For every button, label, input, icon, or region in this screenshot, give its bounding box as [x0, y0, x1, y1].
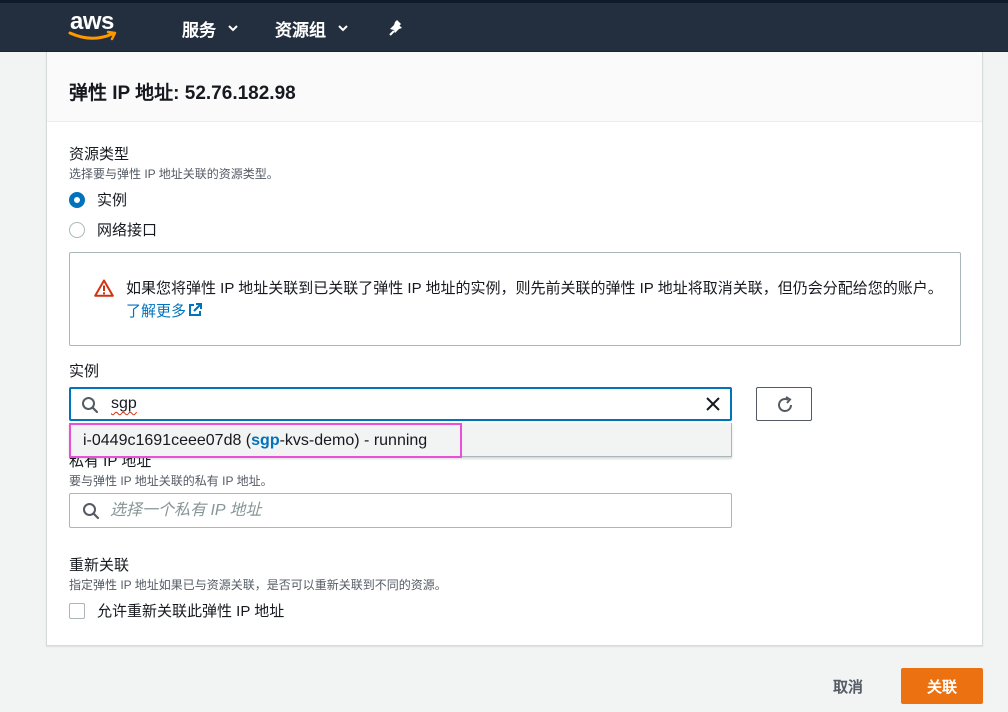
private-ip-input[interactable]: [110, 500, 710, 522]
instance-suggestion-dropdown: i-0449c1691ceee07d8 (sgp-kvs-demo) - run…: [69, 423, 732, 458]
radio-network-interface-label: 网络接口: [97, 222, 158, 239]
instance-label: 实例: [69, 363, 100, 380]
resource-type-description: 选择要与弹性 IP 地址关联的资源类型。: [69, 167, 279, 181]
allow-reassociation-checkbox[interactable]: [69, 602, 85, 619]
page-title: 弹性 IP 地址: 52.76.182.98: [69, 83, 296, 104]
resource-groups-menu[interactable]: 资源组: [275, 17, 348, 40]
suggestion-text: i-0449c1691ceee07d8 (sgp-kvs-demo) - run…: [83, 432, 427, 450]
reassociation-label: 重新关联: [69, 557, 130, 574]
suggestion-prefix: i-0449c1691ceee07d8 (: [83, 432, 252, 449]
associate-eip-panel: 弹性 IP 地址: 52.76.182.98 资源类型 选择要与弹性 IP 地址…: [46, 52, 983, 646]
nav-top-strip: [0, 0, 1008, 3]
aws-smile-icon: [68, 30, 117, 41]
alert-text: 如果您将弹性 IP 地址关联到已关联了弹性 IP 地址的实例，则先前关联的弹性 …: [126, 277, 946, 323]
alert-message: 如果您将弹性 IP 地址关联到已关联了弹性 IP 地址的实例，则先前关联的弹性 …: [126, 280, 943, 297]
panel-header: 弹性 IP 地址: 52.76.182.98: [47, 52, 982, 122]
instance-search-input[interactable]: sgp: [69, 387, 732, 421]
private-ip-field[interactable]: [69, 493, 732, 528]
pin-icon[interactable]: [388, 19, 406, 37]
radio-instance[interactable]: 实例: [69, 189, 127, 210]
chevron-down-icon: [338, 25, 348, 32]
resource-groups-label: 资源组: [275, 20, 326, 40]
suggestion-suffix: -kvs-demo) - running: [279, 432, 428, 449]
search-icon: [82, 397, 99, 414]
warning-alert: 如果您将弹性 IP 地址关联到已关联了弹性 IP 地址的实例，则先前关联的弹性 …: [69, 252, 961, 346]
services-label: 服务: [182, 20, 216, 40]
instance-search-value: sgp: [111, 395, 137, 412]
suggestion-highlight: sgp: [251, 432, 280, 449]
chevron-down-icon: [228, 25, 238, 32]
radio-button[interactable]: [69, 221, 85, 238]
allow-reassociation-label: 允许重新关联此弹性 IP 地址: [97, 603, 285, 620]
warning-icon: [94, 279, 114, 297]
refresh-button[interactable]: [756, 387, 812, 421]
learn-more-link[interactable]: 了解更多: [126, 303, 203, 320]
search-icon: [83, 503, 100, 520]
learn-more-label: 了解更多: [126, 303, 187, 320]
reassociation-description: 指定弹性 IP 地址如果已与资源关联，是否可以重新关联到不同的资源。: [69, 578, 447, 592]
services-menu[interactable]: 服务: [182, 17, 238, 40]
radio-button-checked[interactable]: [69, 191, 85, 208]
radio-instance-label: 实例: [97, 192, 128, 209]
aws-logo[interactable]: aws: [68, 8, 120, 42]
external-link-icon: [189, 303, 203, 316]
cancel-button[interactable]: 取消: [812, 668, 884, 704]
resource-type-label: 资源类型: [69, 146, 130, 163]
instance-suggestion-option[interactable]: i-0449c1691ceee07d8 (sgp-kvs-demo) - run…: [69, 423, 462, 458]
private-ip-description: 要与弹性 IP 地址关联的私有 IP 地址。: [69, 474, 273, 488]
refresh-icon: [778, 396, 792, 412]
close-icon[interactable]: [704, 395, 722, 413]
associate-button[interactable]: 关联: [901, 668, 983, 704]
radio-network-interface[interactable]: 网络接口: [69, 219, 157, 240]
top-navigation-bar: aws 服务 资源组: [0, 0, 1008, 52]
allow-reassociation-checkbox-row[interactable]: 允许重新关联此弹性 IP 地址: [69, 600, 284, 621]
